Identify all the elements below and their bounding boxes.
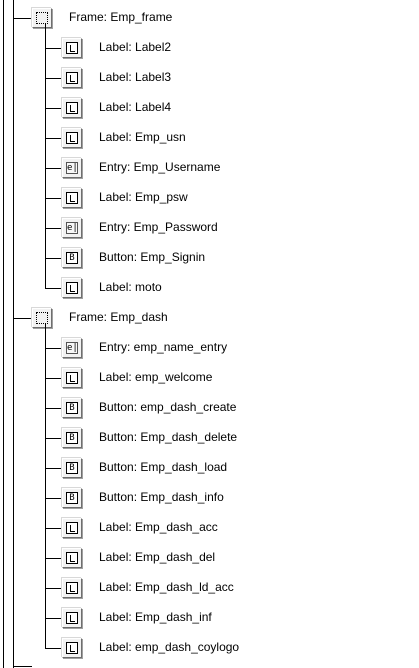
button-widget-icon: B <box>62 458 82 478</box>
label-glyph-icon <box>66 282 78 294</box>
label-glyph-icon <box>66 552 78 564</box>
tree-node-label: Entry: Emp_Username <box>99 160 221 174</box>
tree-node-label[interactable]: Label: Emp_dash_inf <box>0 603 419 633</box>
label-widget-icon <box>62 278 82 298</box>
label-widget-icon <box>62 638 82 658</box>
tree-node-label: Button: emp_dash_create <box>99 400 237 414</box>
frame-glyph-icon <box>36 12 48 24</box>
tree-node-label[interactable]: Label: Emp_psw <box>0 183 419 213</box>
label-glyph-icon <box>66 42 78 54</box>
label-glyph-icon <box>66 612 78 624</box>
button-widget-icon: B <box>62 428 82 448</box>
entry-glyph-icon: e| <box>66 162 78 174</box>
tree-node-frame[interactable]: Frame: Emp_frame <box>0 3 419 33</box>
tree-node-label: Label: Emp_usn <box>99 130 186 144</box>
tree-branch-line <box>45 323 46 649</box>
button-glyph-icon: B <box>66 252 78 264</box>
tree-node-label: Button: Emp_dash_delete <box>99 430 238 444</box>
button-glyph-icon: B <box>66 462 78 474</box>
button-glyph-icon: B <box>66 402 78 414</box>
tree-branch-line <box>45 23 46 289</box>
tree-node-label: Label: Emp_dash_del <box>99 550 216 564</box>
tree-node-entry[interactable]: e| Entry: emp_name_entry <box>0 333 419 363</box>
entry-glyph-icon: e| <box>66 342 78 354</box>
label-widget-icon <box>62 188 82 208</box>
tree-node-label: Frame: Emp_dash <box>69 310 168 324</box>
button-widget-icon: B <box>62 488 82 508</box>
button-glyph-icon: B <box>66 492 78 504</box>
label-glyph-icon <box>66 582 78 594</box>
tree-node-label[interactable]: Label: Emp_usn <box>0 123 419 153</box>
button-widget-icon: B <box>62 398 82 418</box>
tree-node-label[interactable]: Label: Label4 <box>0 93 419 123</box>
tree-node-entry[interactable]: e| Entry: Emp_Password <box>0 213 419 243</box>
widget-tree: Frame: Emp_frame Label: Label2 Label: Labe… <box>0 0 419 668</box>
tree-node-button[interactable]: B Button: Emp_dash_load <box>0 453 419 483</box>
tree-node-label: Label: Emp_dash_ld_acc <box>99 580 234 594</box>
label-widget-icon <box>62 128 82 148</box>
tree-node-label: Button: Emp_dash_info <box>99 490 224 504</box>
tree-node-button[interactable]: B Button: Emp_dash_info <box>0 483 419 513</box>
tree-node-label[interactable]: Label: Label3 <box>0 63 419 93</box>
tree-node-label: Label: Emp_psw <box>99 190 188 204</box>
entry-widget-icon: e| <box>62 218 82 238</box>
entry-widget-icon: e| <box>62 158 82 178</box>
tree-node-label: Label: Emp_dash_acc <box>99 520 218 534</box>
tree-node-label[interactable]: Label: emp_welcome <box>0 363 419 393</box>
label-widget-icon <box>62 368 82 388</box>
tree-node-label[interactable]: Label: Emp_dash_ld_acc <box>0 573 419 603</box>
label-widget-icon <box>62 608 82 628</box>
tree-node-label: Entry: Emp_Password <box>99 220 218 234</box>
label-glyph-icon <box>66 102 78 114</box>
tree-node-button[interactable]: B Button: emp_dash_create <box>0 393 419 423</box>
tree-node-label: Frame: Emp_frame <box>69 10 173 24</box>
frame-icon <box>32 308 52 328</box>
label-widget-icon <box>62 548 82 568</box>
label-glyph-icon <box>66 642 78 654</box>
entry-widget-icon: e| <box>62 338 82 358</box>
tree-node-label[interactable]: Label: moto <box>0 273 419 303</box>
tree-node-button[interactable]: B Button: Emp_dash_delete <box>0 423 419 453</box>
label-widget-icon <box>62 518 82 538</box>
tree-node-label: Button: Emp_Signin <box>99 250 206 264</box>
label-widget-icon <box>62 68 82 88</box>
label-widget-icon <box>62 98 82 118</box>
label-glyph-icon <box>66 372 78 384</box>
tree-node-label: Entry: emp_name_entry <box>99 340 228 354</box>
tree-node-frame[interactable]: Frame: Emp_dash <box>0 303 419 333</box>
button-widget-icon: B <box>62 248 82 268</box>
tree-node-label: Label: moto <box>99 280 162 294</box>
button-glyph-icon: B <box>66 432 78 444</box>
tree-node-label: Label: emp_dash_coylogo <box>99 640 240 654</box>
tree-node-label: Label: Emp_dash_inf <box>99 610 212 624</box>
tree-node-label: Label: emp_welcome <box>99 370 213 384</box>
tree-node-label[interactable]: Label: Label2 <box>0 33 419 63</box>
tree-node-label: Label: Label3 <box>99 70 172 84</box>
label-glyph-icon <box>66 72 78 84</box>
tree-node-entry[interactable]: e| Entry: Emp_Username <box>0 153 419 183</box>
label-widget-icon <box>62 38 82 58</box>
tree-node-label: Label: Label4 <box>99 100 172 114</box>
tree-node-label: Label: Label2 <box>99 40 172 54</box>
tree-node-button[interactable]: B Button: Emp_Signin <box>0 243 419 273</box>
tree-connector <box>13 666 32 667</box>
tree-node-label[interactable]: Label: emp_dash_coylogo <box>0 633 419 663</box>
frame-icon <box>32 8 52 28</box>
entry-glyph-icon: e| <box>66 222 78 234</box>
tree-node-label[interactable]: Label: Emp_dash_del <box>0 543 419 573</box>
label-widget-icon <box>62 578 82 598</box>
tree-node-label: Button: Emp_dash_load <box>99 460 228 474</box>
label-glyph-icon <box>66 132 78 144</box>
label-glyph-icon <box>66 522 78 534</box>
label-glyph-icon <box>66 192 78 204</box>
frame-glyph-icon <box>36 312 48 324</box>
tree-node-label[interactable]: Label: Emp_dash_acc <box>0 513 419 543</box>
